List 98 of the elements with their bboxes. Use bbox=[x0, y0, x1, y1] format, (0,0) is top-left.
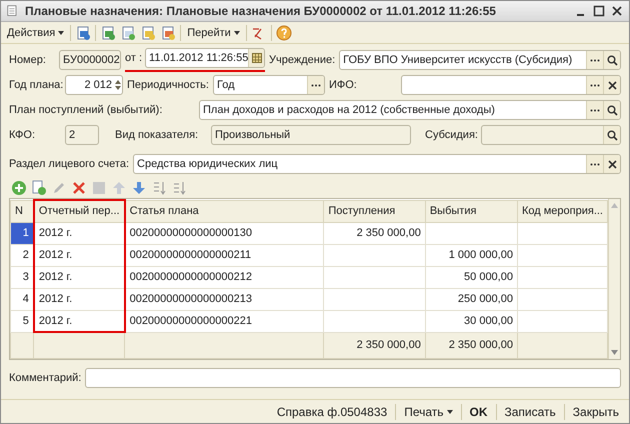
field-label: Раздел лицевого счета: bbox=[9, 158, 130, 170]
maximize-button[interactable] bbox=[593, 5, 605, 17]
field-label: ИФО: bbox=[328, 79, 358, 91]
caret-icon bbox=[234, 30, 240, 34]
field-label: Год плана: bbox=[9, 79, 61, 91]
dots-icon bbox=[310, 84, 321, 86]
table-cell: 2012 г. bbox=[34, 222, 125, 244]
table-cell: 30 000,00 bbox=[425, 310, 518, 332]
delete-icon[interactable] bbox=[71, 180, 87, 196]
table-cell: 2 350 000,00 bbox=[324, 222, 426, 244]
dots-icon bbox=[590, 58, 600, 62]
print-menu[interactable]: Печать bbox=[402, 404, 454, 418]
choose-button[interactable] bbox=[586, 155, 603, 173]
help-icon[interactable] bbox=[276, 24, 292, 40]
clear-button[interactable] bbox=[603, 76, 620, 94]
scroll-down-icon[interactable] bbox=[611, 350, 618, 354]
copy-document-icon[interactable] bbox=[120, 24, 136, 40]
column-header[interactable]: Выбытия bbox=[425, 200, 518, 222]
table-cell: 2012 г. bbox=[34, 244, 125, 266]
calendar-button[interactable] bbox=[248, 49, 264, 67]
search-button[interactable] bbox=[603, 126, 620, 144]
field-label: Периодичность: bbox=[127, 79, 209, 91]
scrollbar[interactable] bbox=[608, 199, 620, 358]
date-field[interactable]: 11.01.2012 11:26:55 bbox=[145, 48, 266, 68]
table-cell: 1 bbox=[10, 222, 34, 244]
table-cell: 3 bbox=[10, 266, 34, 288]
search-icon bbox=[606, 54, 618, 66]
calendar-icon bbox=[252, 53, 262, 63]
ok-button[interactable]: OK bbox=[468, 404, 490, 418]
field-label: Комментарий: bbox=[9, 372, 82, 384]
close-button[interactable] bbox=[611, 5, 623, 17]
add-icon[interactable] bbox=[11, 180, 27, 196]
account-section-field[interactable]: Средства юридических лиц bbox=[133, 154, 621, 174]
table-cell: 1 000 000,00 bbox=[425, 244, 518, 266]
table-cell: 50 000,00 bbox=[425, 266, 518, 288]
table-cell: 2012 г. bbox=[34, 288, 125, 310]
goto-menu[interactable]: Перейти bbox=[185, 26, 242, 38]
search-button[interactable] bbox=[603, 101, 620, 119]
table-cell: 00200000000000000212 bbox=[124, 266, 324, 288]
sort-descending-icon[interactable] bbox=[151, 180, 167, 196]
field-label: от : bbox=[125, 52, 142, 64]
spin-arrows-icon bbox=[114, 78, 122, 92]
indicator-type-field[interactable]: Произвольный bbox=[211, 125, 411, 145]
table-cell: 00200000000000000211 bbox=[124, 244, 324, 266]
field-label: Учреждение: bbox=[269, 54, 336, 66]
close-icon bbox=[608, 80, 616, 90]
clear-button[interactable] bbox=[603, 155, 620, 173]
institution-field[interactable]: ГОБУ ВПО Университет искусств (Субсидия) bbox=[339, 50, 621, 70]
choose-button[interactable] bbox=[586, 101, 603, 119]
copy-add-icon[interactable] bbox=[31, 180, 47, 196]
field-label: План поступлений (выбытий): bbox=[9, 104, 164, 116]
report-button[interactable]: Справка ф.0504833 bbox=[274, 404, 390, 418]
search-button[interactable] bbox=[603, 51, 620, 69]
search-icon bbox=[606, 104, 618, 116]
field-label: КФО: bbox=[9, 129, 36, 141]
ifo-field[interactable] bbox=[400, 75, 621, 95]
table-cell: 250 000,00 bbox=[425, 288, 518, 310]
kfo-field[interactable]: 2 bbox=[65, 125, 99, 145]
number-field[interactable]: БУ0000002 bbox=[59, 50, 121, 70]
search-icon bbox=[606, 130, 618, 140]
dots-icon bbox=[590, 162, 600, 166]
dots-icon bbox=[590, 108, 600, 112]
choose-button[interactable] bbox=[306, 76, 324, 94]
subsidy-field[interactable] bbox=[481, 125, 621, 145]
periodicity-field[interactable]: Год bbox=[212, 75, 325, 95]
choose-button[interactable] bbox=[586, 51, 603, 69]
save-button[interactable]: Записать bbox=[502, 404, 558, 418]
table-cell: 00200000000000000221 bbox=[124, 310, 324, 332]
plan-field[interactable]: План доходов и расходов на 2012 (собственные доходы) bbox=[199, 100, 621, 120]
table-cell: 2012 г. bbox=[34, 266, 125, 288]
choose-button[interactable] bbox=[586, 76, 603, 94]
sort-ascending-icon[interactable] bbox=[171, 180, 187, 196]
dots-icon bbox=[590, 84, 600, 86]
table-cell: 5 bbox=[10, 310, 34, 332]
field-label: Номер: bbox=[9, 54, 47, 66]
column-header[interactable]: N bbox=[10, 200, 34, 222]
field-label: Вид показателя: bbox=[115, 129, 200, 141]
caret-icon bbox=[446, 410, 452, 414]
year-spinner[interactable]: 2 012 bbox=[65, 75, 123, 95]
window-title: Плановые назначения: Плановые назначения БУ0000002 от 11.01.2012 11:26:55 bbox=[25, 4, 497, 18]
column-header[interactable]: Отчетный пер... bbox=[34, 200, 125, 222]
table-cell: 00200000000000000213 bbox=[124, 288, 324, 310]
comment-field[interactable] bbox=[85, 368, 621, 388]
close-icon bbox=[608, 160, 616, 168]
column-header[interactable]: Код мероприя... bbox=[517, 200, 608, 222]
actions-menu[interactable]: Действия bbox=[5, 26, 66, 38]
arrow-down-icon[interactable] bbox=[131, 180, 147, 196]
total-cell: 2 350 000,00 bbox=[425, 332, 518, 358]
total-cell: 2 350 000,00 bbox=[324, 332, 426, 358]
column-header[interactable]: Поступления bbox=[324, 200, 426, 222]
column-header[interactable]: Статья плана bbox=[124, 200, 324, 222]
table-cell: 4 bbox=[10, 288, 34, 310]
table-cell: 00200000000000000130 bbox=[124, 222, 324, 244]
close-form-button[interactable]: Закрыть bbox=[570, 404, 621, 418]
table-cell: 2 bbox=[10, 244, 34, 266]
caret-icon bbox=[58, 30, 64, 34]
field-label: Субсидия: bbox=[425, 129, 477, 141]
document-icon bbox=[7, 4, 19, 18]
